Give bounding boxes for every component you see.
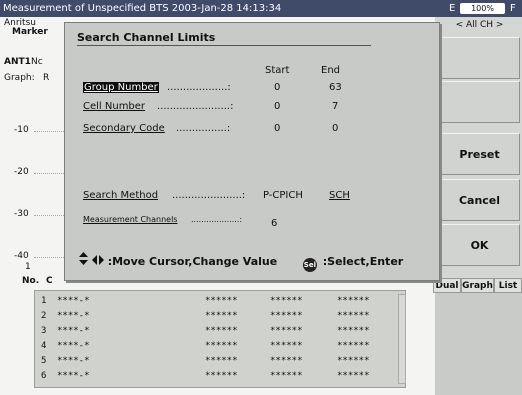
row-value: ****** [337,371,370,381]
row-value: ****** [337,326,370,336]
title-bar: Measurement of Unspecified BTS 2003-Jan-… [0,0,522,17]
table-row[interactable]: 3 ****-* ****** ****** ****** [35,325,407,338]
help-move-text: :Move Cursor,Change Value [107,255,278,268]
antenna-label: ANT1 [4,57,31,67]
status-f: F [510,3,516,14]
search-channel-limits-dialog: Search Channel Limits Start End Group Nu… [64,22,440,281]
battery-indicator: 100% [460,3,505,14]
dialog-title: Search Channel Limits [77,31,216,44]
tab-graph[interactable]: Graph [461,278,494,293]
row-code: ****-* [57,326,90,336]
group-number-start[interactable]: 0 [274,82,280,93]
row-value: ****** [337,296,370,306]
row-value: ****** [205,311,238,321]
graph-suffix: R [43,73,50,83]
row-value: ****** [205,341,238,351]
group-number-label[interactable]: Group Number [83,82,159,93]
marker-label: Marker [12,27,48,37]
row-value: ****** [270,326,303,336]
cancel-button[interactable]: Cancel [439,179,520,221]
secondary-code-end[interactable]: 0 [332,123,338,134]
table-row[interactable]: 6 ****-* ****** ****** ****** [35,370,407,383]
row-value: ****** [270,296,303,306]
table-header-c: C [46,276,53,286]
row-value: ****** [270,311,303,321]
axis-bottom-label: 1 [25,262,31,272]
search-method-label[interactable]: Search Method [83,190,158,201]
table-row[interactable]: 2 ****-* ****** ****** ****** [35,310,407,323]
axis-tick-label: -40 [14,251,29,261]
help-select-text: :Select,Enter [322,255,404,268]
ok-button[interactable]: OK [439,224,520,266]
axis-tick-label: -20 [14,167,29,177]
window-title: Measurement of Unspecified BTS 2003-Jan-… [3,3,282,14]
table-scrollbar[interactable] [398,294,406,384]
row-number: 4 [41,341,47,351]
row-code: ****-* [57,341,90,351]
channel-select-label[interactable]: < All CH > [439,20,520,30]
softkey-panel: < All CH > Preset Cancel OK [435,17,522,291]
measurement-channels-label[interactable]: Measurement Channels [83,215,177,224]
column-header-start: Start [265,65,290,76]
dotted-leader: ................: [176,123,231,134]
table-row[interactable]: 1 ****-* ****** ****** ****** [35,295,407,308]
row-value: ****** [205,326,238,336]
status-e: E [449,3,456,14]
row-value: ****** [270,371,303,381]
view-tabs: Dual Graph List [433,278,522,293]
row-code: ****-* [57,356,90,366]
secondary-code-start[interactable]: 0 [274,123,280,134]
dotted-leader: ...................: [191,215,243,224]
row-value: ****** [270,356,303,366]
softkey-blank-1[interactable] [439,37,520,79]
row-code: ****-* [57,296,90,306]
cell-number-end[interactable]: 7 [332,101,338,112]
graph-label: Graph: [4,73,35,83]
row-number: 5 [41,356,47,366]
antenna-suffix: Nc [31,57,43,67]
dotted-leader: ......................: [172,190,246,201]
results-table: 1 ****-* ****** ****** ****** 2 ****-* *… [34,290,406,388]
row-number: 3 [41,326,47,336]
row-value: ****** [270,341,303,351]
softkey-blank-2[interactable] [439,81,520,123]
row-code: ****-* [57,371,90,381]
tab-list[interactable]: List [494,278,522,293]
secondary-code-label[interactable]: Secondary Code [83,123,165,134]
help-bar: :Move Cursor,Change Value Sel :Select,En… [79,252,403,272]
row-value: ****** [205,356,238,366]
left-right-arrows-icon [91,255,104,268]
title-divider [77,45,371,46]
cell-number-start[interactable]: 0 [274,101,280,112]
preset-button[interactable]: Preset [439,133,520,175]
table-header-no: No. [22,276,40,286]
row-code: ****-* [57,311,90,321]
dotted-leader: .......................: [157,101,234,112]
table-row[interactable]: 5 ****-* ****** ****** ****** [35,355,407,368]
row-value: ****** [205,296,238,306]
cell-number-label[interactable]: Cell Number [83,101,145,112]
table-row[interactable]: 4 ****-* ****** ****** ****** [35,340,407,353]
column-header-end: End [321,65,341,76]
row-value: ****** [337,356,370,366]
row-number: 2 [41,311,47,321]
dotted-leader: ...................: [167,82,231,93]
axis-tick-label: -30 [14,209,29,219]
group-number-end[interactable]: 63 [329,82,342,93]
row-value: ****** [337,311,370,321]
row-value: ****** [205,371,238,381]
select-key-icon: Sel [302,258,317,272]
row-number: 6 [41,371,47,381]
search-method-option-pcpich[interactable]: P-CPICH [263,190,303,201]
row-value: ****** [337,341,370,351]
measurement-channels-value[interactable]: 6 [271,218,277,229]
search-method-option-sch[interactable]: SCH [329,190,350,201]
row-number: 1 [41,296,47,306]
up-down-arrows-icon [79,252,88,268]
axis-tick-label: -10 [14,125,29,135]
